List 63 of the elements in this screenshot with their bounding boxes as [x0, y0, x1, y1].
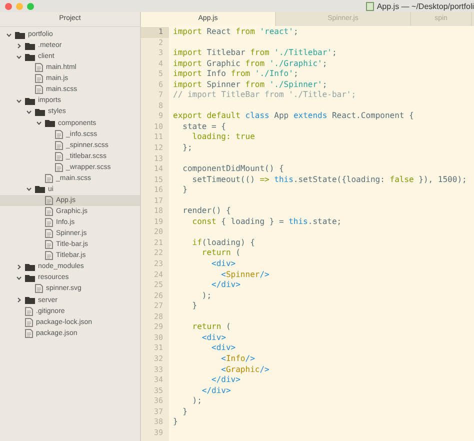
chevron-down-icon[interactable]	[16, 274, 22, 281]
file-icon	[25, 306, 33, 316]
file-icon	[35, 85, 43, 94]
chevron-down-icon[interactable]	[36, 120, 42, 126]
code-line: }	[182, 185, 188, 196]
code-line: <Spinner/>	[220, 270, 270, 280]
code-line: );	[200, 290, 212, 302]
code-line: );	[191, 396, 202, 407]
chevron-right-icon[interactable]	[16, 42, 22, 49]
code-line: <Graphic/>	[220, 364, 270, 376]
file-icon	[55, 152, 63, 161]
code-line: const { loading } = this.state;	[191, 216, 342, 228]
code-line: componentDidMount() {	[182, 164, 284, 175]
chevron-down-icon[interactable]	[6, 32, 12, 38]
code-line: </div>	[210, 280, 240, 291]
code-line: import Spinner from './Spinner';	[173, 80, 328, 90]
code-line: import React from 'react';	[173, 27, 298, 38]
code-line: export default class App extends React.Component {	[173, 111, 414, 122]
code-line: </div>	[200, 386, 231, 396]
code-line: }	[173, 417, 178, 428]
code-line: };	[182, 143, 192, 154]
code-line: <div>	[210, 343, 236, 354]
file-icon	[25, 328, 33, 338]
code-line: <div>	[200, 332, 226, 344]
file-icon	[55, 162, 63, 172]
file-icon	[35, 74, 43, 84]
file-icon	[45, 229, 53, 238]
code-line: loading: true	[191, 132, 255, 144]
chevron-down-icon[interactable]	[26, 186, 32, 192]
code-line: }	[182, 406, 188, 418]
folder-icon	[25, 296, 35, 304]
code-line: import Titlebar from './Titlebar';	[173, 48, 337, 59]
code-line: }	[191, 301, 198, 312]
chevron-right-icon[interactable]	[16, 297, 22, 304]
file-icon	[35, 284, 43, 294]
file-icon	[45, 240, 53, 250]
file-icon	[45, 207, 53, 216]
chevron-down-icon[interactable]	[16, 98, 22, 104]
document-icon	[366, 2, 374, 10]
code-line: render() {	[182, 206, 231, 217]
code-line: import Info from './Info';	[173, 69, 298, 80]
code-line: </div>	[210, 375, 240, 386]
code-line: return (	[200, 248, 240, 260]
chevron-down-icon[interactable]	[26, 108, 32, 115]
file-icon	[45, 196, 53, 205]
chevron-down-icon[interactable]	[16, 54, 22, 60]
file-icon	[55, 130, 63, 139]
code-line: import Graphic from './Graphic';	[173, 58, 328, 70]
code-line: <div>	[210, 259, 236, 270]
code-line: // import TitleBar from './Title-bar';	[173, 90, 356, 101]
code-line: setTimeout(() => this.setState({loading: false }), 1500);	[191, 174, 467, 186]
code-line: if(loading) {	[191, 238, 255, 248]
code-line: return (	[191, 322, 231, 333]
file-icon	[25, 318, 33, 327]
file-icon	[45, 218, 53, 228]
file-icon	[45, 174, 53, 183]
file-icon	[35, 63, 43, 72]
file-icon	[55, 140, 63, 150]
code-line: <Info/>	[220, 354, 255, 364]
file-icon	[45, 251, 53, 260]
chevron-right-icon[interactable]	[16, 264, 22, 270]
window-title: App.js — ~/Desktop/portfoli	[376, 2, 474, 10]
code-line: state = {	[182, 122, 226, 132]
